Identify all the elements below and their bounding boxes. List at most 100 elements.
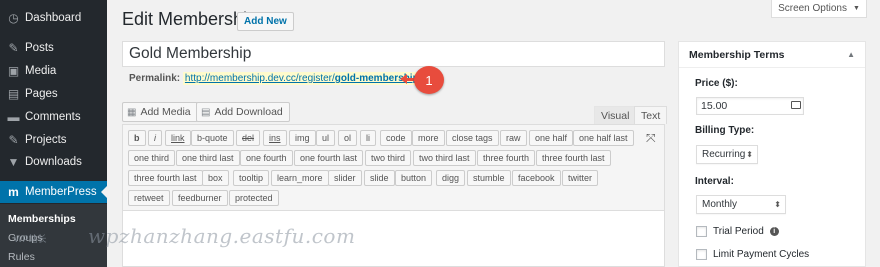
submenu-item-memberships[interactable]: Memberships — [8, 213, 76, 225]
qt-button-protected[interactable]: protected — [229, 190, 279, 206]
projects-icon: ✎ — [8, 132, 19, 147]
interval-label: Interval: — [695, 176, 734, 187]
qt-button-digg[interactable]: digg — [436, 170, 466, 186]
qt-button-slide[interactable]: slide — [364, 170, 395, 186]
qt-button-del[interactable]: del — [236, 130, 261, 146]
keyboard-icon — [791, 101, 801, 109]
sidebar-item-comments[interactable]: ▬ Comments — [0, 106, 107, 128]
screen-options-button[interactable]: Screen Options ▼ — [771, 0, 867, 18]
watermark-logo: WP站长 — [14, 234, 47, 244]
qt-button-feedburner[interactable]: feedburner — [172, 190, 228, 206]
add-download-button[interactable]: ▤ Add Download — [196, 102, 290, 122]
qt-button-one-fourth[interactable]: one fourth — [240, 150, 293, 166]
sidebar-item-label: Posts — [25, 42, 54, 54]
billing-type-value: Recurring — [702, 149, 746, 160]
download-icon: ▤ — [201, 106, 211, 118]
qt-button-slider[interactable]: slider — [328, 170, 362, 186]
sidebar-item-downloads[interactable]: ▼ Downloads — [0, 151, 107, 173]
sidebar-item-label: Pages — [25, 88, 58, 100]
qt-button-li[interactable]: li — [360, 130, 376, 146]
qt-button-one-half[interactable]: one half — [529, 130, 574, 146]
sidebar-item-label: Media — [25, 65, 57, 77]
add-download-label: Add Download — [214, 106, 283, 118]
pages-icon: ▤ — [7, 86, 20, 101]
qt-button-button[interactable]: button — [395, 170, 433, 186]
qt-button-more[interactable]: more — [412, 130, 445, 146]
qt-button-link[interactable]: link — [165, 130, 191, 146]
collapse-toggle-icon[interactable]: ▲ — [847, 50, 855, 59]
sidebar-item-label: Downloads — [25, 156, 82, 168]
select-arrows-icon: ⬍ — [746, 150, 753, 159]
qt-button-ol[interactable]: ol — [338, 130, 358, 146]
membership-terms-box: Membership Terms ▲ Price ($): 15.00 Bill… — [678, 41, 866, 267]
sidebar-item-memberpress[interactable]: m MemberPress — [0, 181, 107, 203]
qt-button-three-fourth-last[interactable]: three fourth last — [536, 150, 611, 166]
watermark-text: wpzhanzhang.eastfu.com — [88, 224, 356, 248]
tab-text[interactable]: Text — [634, 106, 668, 124]
sidebar-item-pages[interactable]: ▤ Pages — [0, 83, 107, 105]
qt-button-raw[interactable]: raw — [500, 130, 527, 146]
qt-button-b[interactable]: b — [128, 130, 146, 146]
qt-button-tooltip[interactable]: tooltip — [233, 170, 270, 186]
qt-button-three-fourth-last-2[interactable]: three fourth last — [128, 170, 203, 186]
callout-arrow-icon — [400, 74, 407, 84]
select-arrows-icon: ⬍ — [774, 200, 781, 209]
limit-cycles-row: Limit Payment Cycles — [696, 249, 809, 260]
billing-type-label: Billing Type: — [695, 125, 755, 136]
add-media-label: Add Media — [140, 106, 191, 118]
qt-button-retweet[interactable]: retweet — [128, 190, 170, 206]
qt-button-ins[interactable]: ins — [263, 130, 287, 146]
tab-visual[interactable]: Visual — [594, 106, 637, 124]
qt-button-one-fourth-last[interactable]: one fourth last — [294, 150, 364, 166]
permalink-label: Permalink: — [129, 73, 181, 84]
qt-button-one-third[interactable]: one third — [128, 150, 176, 166]
price-input[interactable]: 15.00 — [696, 97, 804, 115]
limit-cycles-checkbox[interactable] — [696, 249, 707, 260]
trial-period-checkbox[interactable] — [696, 226, 707, 237]
add-media-button[interactable]: ▦ Add Media — [122, 102, 198, 122]
info-icon[interactable]: i — [769, 227, 779, 236]
qt-button-facebook[interactable]: facebook — [512, 170, 561, 186]
sidebar-item-posts[interactable]: ✎ Posts — [0, 37, 107, 59]
interval-value: Monthly — [702, 199, 738, 210]
qt-button-one-half-last[interactable]: one half last — [573, 130, 634, 146]
qt-button-code[interactable]: code — [380, 130, 412, 146]
media-icon: ▦ — [127, 106, 137, 118]
qt-button-img[interactable]: img — [289, 130, 316, 146]
active-menu-arrow — [101, 186, 107, 198]
qt-button-three-fourth[interactable]: three fourth — [477, 150, 536, 166]
chevron-down-icon: ▼ — [853, 5, 860, 12]
qt-button-i[interactable]: i — [148, 130, 162, 146]
qt-button-box[interactable]: box — [202, 170, 229, 186]
qt-button-two-third[interactable]: two third — [365, 150, 412, 166]
qt-button-two-third-last[interactable]: two third last — [413, 150, 476, 166]
fullscreen-icon[interactable]: ⤧ — [646, 131, 656, 146]
qt-button-close-tags[interactable]: close tags — [446, 130, 499, 146]
qt-button-one-third-last[interactable]: one third last — [176, 150, 240, 166]
qt-button-ul[interactable]: ul — [316, 130, 336, 146]
qt-button-b-quote[interactable]: b-quote — [191, 130, 234, 146]
submenu-item-rules[interactable]: Rules — [8, 251, 35, 263]
interval-select[interactable]: Monthly ⬍ — [696, 195, 786, 214]
metabox-title: Membership Terms — [689, 49, 785, 61]
sidebar-item-projects[interactable]: ✎ Projects — [0, 129, 107, 151]
pushpin-icon: ✎ — [8, 40, 19, 55]
comments-icon: ▬ — [7, 109, 20, 124]
post-title-input[interactable]: Gold Membership — [122, 41, 665, 67]
sidebar-item-dashboard[interactable]: ◷ Dashboard — [0, 7, 107, 29]
sidebar-item-media[interactable]: ▣ Media — [0, 60, 107, 82]
dashboard-icon: ◷ — [8, 10, 19, 25]
sidebar-item-label: Dashboard — [25, 12, 82, 24]
add-new-button[interactable]: Add New — [237, 12, 294, 31]
downloads-icon: ▼ — [7, 154, 20, 169]
trial-period-label: Trial Period — [713, 226, 764, 237]
memberpress-icon: m — [8, 184, 19, 199]
qt-button-learn-more[interactable]: learn_more — [271, 170, 329, 186]
media-icon: ▣ — [7, 63, 20, 78]
billing-type-select[interactable]: Recurring ⬍ — [696, 145, 758, 164]
qt-button-twitter[interactable]: twitter — [562, 170, 599, 186]
price-label: Price ($): — [695, 78, 738, 89]
metabox-header[interactable]: Membership Terms ▲ — [679, 42, 865, 68]
permalink-link[interactable]: http://membership.dev.cc/register/gold-m… — [182, 72, 424, 85]
qt-button-stumble[interactable]: stumble — [467, 170, 511, 186]
